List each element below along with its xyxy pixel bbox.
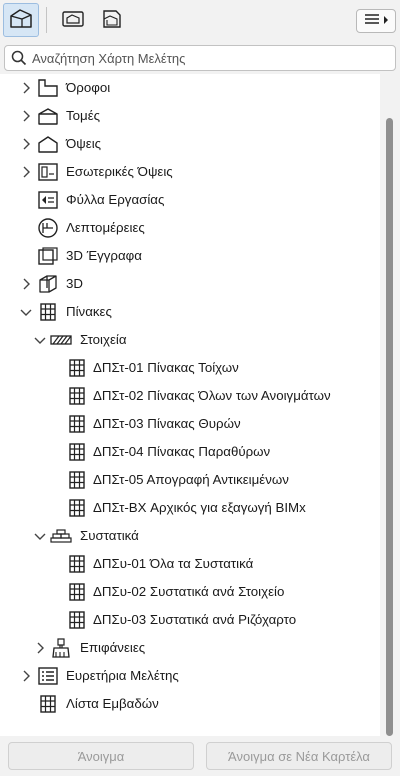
tree-item-schedule[interactable]: ΔΠΣυ-03 Συστατικά ανά Ριζόχαρτο — [0, 606, 380, 634]
tree-item-3d-documents[interactable]: 3D Έγγραφα — [0, 242, 380, 270]
tree-item-details[interactable]: Λεπτομέρειες — [0, 214, 380, 242]
tree-item-label: Όψεις — [66, 136, 102, 151]
view-map-tab[interactable] — [55, 3, 91, 37]
schedule-icon — [66, 609, 88, 631]
tree-item-label: Τομές — [66, 108, 101, 123]
3d-view-icon — [37, 273, 59, 295]
hatch-icon — [50, 329, 72, 351]
tree-item-label: ΔΠΣτ-02 Πίνακας Όλων των Ανοιγμάτων — [93, 388, 331, 403]
schedule-icon — [66, 413, 88, 435]
schedule-icon — [66, 581, 88, 603]
detail-icon — [37, 217, 59, 239]
chevron-right-icon[interactable] — [20, 166, 32, 178]
tree-item-3d[interactable]: 3D — [0, 270, 380, 298]
open-button[interactable]: Άνοιγμα — [8, 742, 194, 770]
tree-item-interior-elevations[interactable]: Εσωτερικές Όψεις — [0, 158, 380, 186]
tree-item-label: Φύλλα Εργασίας — [66, 192, 165, 207]
tree-item-label: Επιφάνειες — [80, 640, 146, 655]
schedule-icon — [66, 441, 88, 463]
chevron-down-icon[interactable] — [34, 530, 46, 542]
tree-item-label: Λεπτομέρειες — [66, 220, 145, 235]
schedule-icon — [66, 357, 88, 379]
schedule-icon — [66, 469, 88, 491]
tree-item-elements[interactable]: Στοιχεία — [0, 326, 380, 354]
section-icon — [37, 105, 59, 127]
worksheet-icon — [37, 189, 59, 211]
triangle-right-icon — [383, 12, 389, 30]
tree-item-label: 3D Έγγραφα — [66, 248, 142, 263]
project-map-tab[interactable] — [3, 3, 39, 37]
tree-item-schedule[interactable]: ΔΠΣτ-02 Πίνακας Όλων των Ανοιγμάτων — [0, 382, 380, 410]
tree-item-schedule[interactable]: ΔΠΣτ-03 Πίνακας Θυρών — [0, 410, 380, 438]
tree-item-project-indexes[interactable]: Ευρετήρια Μελέτης — [0, 662, 380, 690]
schedule-icon — [66, 385, 88, 407]
tree-item-label: ΔΠΣυ-03 Συστατικά ανά Ριζόχαρτο — [93, 612, 297, 627]
tree-item-label: 3D — [66, 276, 83, 291]
tree-item-schedule[interactable]: ΔΠΣυ-02 Συστατικά ανά Στοιχείο — [0, 578, 380, 606]
tree-item-label: Εσωτερικές Όψεις — [66, 164, 173, 179]
tree-item-area-list[interactable]: Λίστα Εμβαδών — [0, 690, 380, 718]
view-map-icon — [61, 7, 85, 34]
tree-item-schedule[interactable]: ΔΠΣτ-04 Πίνακας Παραθύρων — [0, 438, 380, 466]
tree-item-label: ΔΠΣτ-BX Αρχικός για εξαγωγή BIMx — [93, 500, 306, 515]
index-icon — [37, 665, 59, 687]
schedule-icon — [66, 497, 88, 519]
hamburger-menu-icon — [364, 12, 380, 30]
tree-item-floors[interactable]: Όροφοι — [0, 74, 380, 102]
tree-item-components[interactable]: Συστατικά — [0, 522, 380, 550]
interior-elevation-icon — [37, 161, 59, 183]
tree-item-schedule[interactable]: ΔΠΣυ-01 Όλα τα Συστατικά — [0, 550, 380, 578]
tree-item-label: Όροφοι — [66, 80, 111, 95]
layout-book-icon — [100, 7, 124, 34]
schedule-icon — [37, 301, 59, 323]
chevron-right-icon[interactable] — [20, 110, 32, 122]
chevron-down-icon[interactable] — [34, 334, 46, 346]
scrollbar-thumb[interactable] — [386, 118, 393, 736]
house-icon — [9, 7, 33, 34]
search-input[interactable] — [30, 50, 382, 66]
tree-item-label: ΔΠΣτ-05 Απογραφή Αντικειμένων — [93, 472, 289, 487]
chevron-down-icon[interactable] — [20, 306, 32, 318]
open-in-new-tab-button[interactable]: Άνοιγμα σε Νέα Καρτέλα — [206, 742, 392, 770]
bricks-icon — [50, 525, 72, 547]
3d-document-icon — [37, 245, 59, 267]
tree-item-surfaces[interactable]: Επιφάνειες — [0, 634, 380, 662]
tree-item-label: Πίνακες — [66, 304, 112, 319]
tree-item-schedules[interactable]: Πίνακες — [0, 298, 380, 326]
tree-item-schedule[interactable]: ΔΠΣτ-01 Πίνακας Τοίχων — [0, 354, 380, 382]
chevron-right-icon[interactable] — [20, 670, 32, 682]
elevation-icon — [37, 133, 59, 155]
schedule-icon — [37, 693, 59, 715]
navigator-toolbar — [0, 0, 400, 42]
tree-item-label: ΔΠΣτ-04 Πίνακας Παραθύρων — [93, 444, 271, 459]
tree-item-label: ΔΠΣτ-03 Πίνακας Θυρών — [93, 416, 241, 431]
tree-item-sections[interactable]: Τομές — [0, 102, 380, 130]
tree-item-label: ΔΠΣυ-02 Συστατικά ανά Στοιχείο — [93, 584, 285, 599]
floors-icon — [37, 77, 59, 99]
project-map-tree: Όροφοι Τομές Όψεις Εσωτερικές Όψεις Φύλλ… — [0, 74, 380, 736]
toolbar-separator — [46, 7, 47, 33]
tree-item-worksheets[interactable]: Φύλλα Εργασίας — [0, 186, 380, 214]
tree-item-elevations[interactable]: Όψεις — [0, 130, 380, 158]
layout-book-tab[interactable] — [94, 3, 130, 37]
chevron-right-icon[interactable] — [20, 138, 32, 150]
tree-item-label: Λίστα Εμβαδών — [66, 696, 159, 711]
tree-item-label: ΔΠΣτ-01 Πίνακας Τοίχων — [93, 360, 239, 375]
options-menu-button[interactable] — [356, 9, 396, 33]
tree-item-label: Στοιχεία — [80, 332, 127, 347]
chevron-right-icon[interactable] — [20, 82, 32, 94]
tree-item-label: Συστατικά — [80, 528, 139, 543]
chevron-right-icon[interactable] — [34, 642, 46, 654]
tree-item-schedule[interactable]: ΔΠΣτ-05 Απογραφή Αντικειμένων — [0, 466, 380, 494]
tree-item-schedule[interactable]: ΔΠΣτ-BX Αρχικός για εξαγωγή BIMx — [0, 494, 380, 522]
chevron-right-icon[interactable] — [20, 278, 32, 290]
search-box — [4, 45, 396, 71]
tree-item-label: ΔΠΣυ-01 Όλα τα Συστατικά — [93, 556, 254, 571]
search-icon — [8, 47, 30, 69]
schedule-icon — [66, 553, 88, 575]
tree-item-label: Ευρετήρια Μελέτης — [66, 668, 179, 683]
paint-brush-icon — [50, 637, 72, 659]
